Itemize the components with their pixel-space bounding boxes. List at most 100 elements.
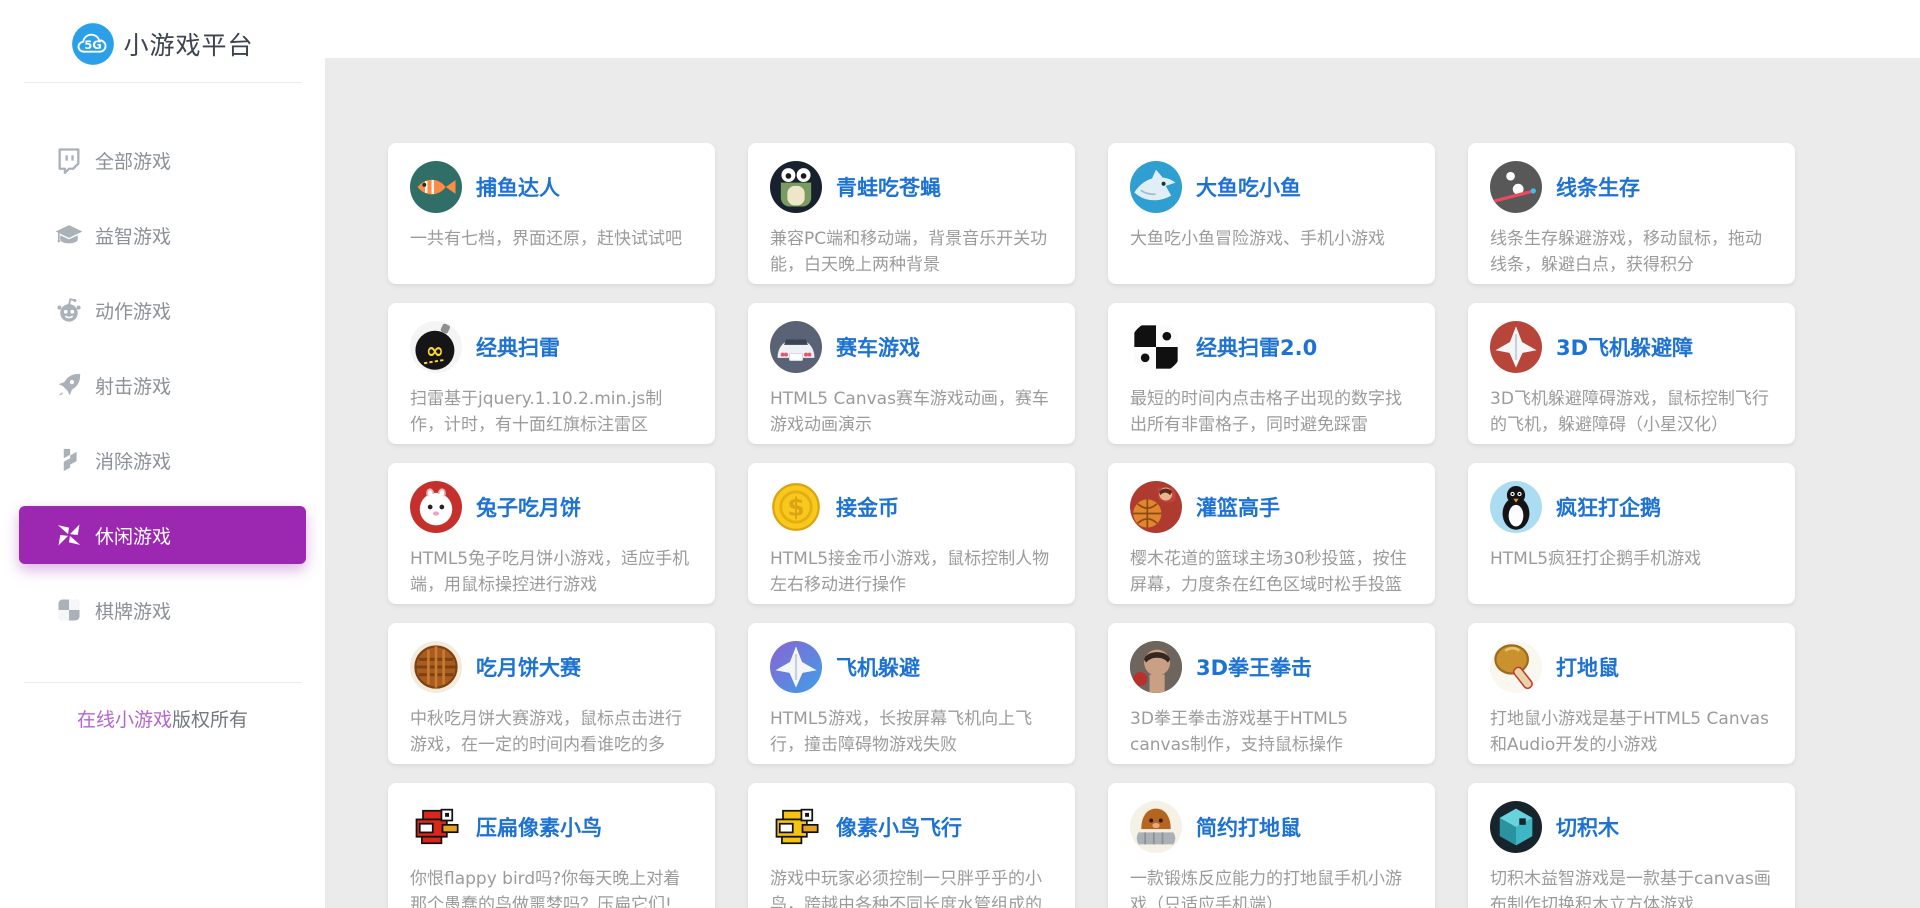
game-card[interactable]: 线条生存 线条生存躲避游戏，移动鼠标，拖动线条，躲避白点，获得积分 [1468, 143, 1795, 284]
game-card[interactable]: 切积木 切积木益智游戏是一款基于canvas画布制作切换积木立方体游戏 [1468, 783, 1795, 908]
footer-site-link[interactable]: 在线小游戏 [77, 709, 172, 731]
game-card-header: 吃月饼大赛 [410, 641, 693, 693]
game-title-link[interactable]: 线条生存 [1556, 172, 1640, 202]
plane-dodge-icon [770, 641, 822, 693]
game-description: 3D拳王拳击游戏基于HTML5 canvas制作，支持鼠标操作 [1130, 706, 1413, 758]
game-title-link[interactable]: 飞机躲避 [836, 652, 920, 682]
game-card[interactable]: 打地鼠 打地鼠小游戏是基于HTML5 Canvas和Audio开发的小游戏 [1468, 623, 1795, 764]
sidebar-item-label: 全部游戏 [95, 147, 171, 174]
game-title-link[interactable]: 接金币 [836, 492, 899, 522]
boxing-game-icon [1130, 641, 1182, 693]
game-description: 3D飞机躲避障碍游戏，鼠标控制飞行的飞机，躲避障碍（小星汉化） [1490, 386, 1773, 438]
game-title-link[interactable]: 压扁像素小鸟 [476, 812, 602, 842]
rabbit-mooncake-icon [410, 481, 462, 533]
sidebar-item-label: 休闲游戏 [95, 522, 171, 549]
game-card-header: 打地鼠 [1490, 641, 1773, 693]
sidebar-menu: 全部游戏 益智游戏 动作游戏 射击游戏 消除游戏 休闲游戏 棋牌游戏 [0, 131, 325, 639]
game-title-link[interactable]: 经典扫雷 [476, 332, 560, 362]
game-description: 一款锻炼反应能力的打地鼠手机小游戏（只适应手机端） [1130, 866, 1413, 908]
game-card[interactable]: 3D飞机躲避障 3D飞机躲避障碍游戏，鼠标控制飞行的飞机，躲避障碍（小星汉化） [1468, 303, 1795, 444]
game-title-link[interactable]: 3D飞机躲避障 [1556, 332, 1693, 362]
red-pixel-bird-icon [410, 801, 462, 853]
game-card[interactable]: 飞机躲避 HTML5游戏，长按屏幕飞机向上飞行，撞击障碍物游戏失败 [748, 623, 1075, 764]
game-description: HTML5 Canvas赛车游戏动画，赛车游戏动画演示 [770, 386, 1053, 438]
game-title-link[interactable]: 3D拳王拳击 [1196, 652, 1312, 682]
game-title-link[interactable]: 捕鱼达人 [476, 172, 560, 202]
game-title-link[interactable]: 经典扫雷2.0 [1196, 332, 1317, 362]
logo[interactable]: 5G 小游戏平台 [0, 0, 325, 66]
game-card-header: 线条生存 [1490, 161, 1773, 213]
sidebar-item[interactable]: 益智游戏 [19, 206, 306, 264]
game-card[interactable]: 吃月饼大赛 中秋吃月饼大赛游戏，鼠标点击进行游戏，在一定的时间内看谁吃的多 [388, 623, 715, 764]
game-card-header: 灌篮高手 [1130, 481, 1413, 533]
game-description: 兼容PC端和移动端，背景音乐开关功能，白天晚上两种背景 [770, 226, 1053, 278]
game-title-link[interactable]: 兔子吃月饼 [476, 492, 581, 522]
game-description: HTML5兔子吃月饼小游戏，适应手机端，用鼠标操控进行游戏 [410, 546, 693, 598]
sidebar-item[interactable]: 动作游戏 [19, 281, 306, 339]
game-card-header: 青蛙吃苍蝇 [770, 161, 1053, 213]
shark-game-icon [1130, 161, 1182, 213]
game-title-link[interactable]: 像素小鸟飞行 [836, 812, 962, 842]
game-card[interactable]: 灌篮高手 樱木花道的篮球主场30秒投篮，按住屏幕，力度条在红色区域时松手投篮 [1108, 463, 1435, 604]
svg-text:$: $ [787, 493, 804, 522]
mooncake-contest-icon [410, 641, 462, 693]
game-title-link[interactable]: 灌篮高手 [1196, 492, 1280, 522]
game-description: HTML5游戏，长按屏幕飞机向上飞行，撞击障碍物游戏失败 [770, 706, 1053, 758]
sidebar-item[interactable]: 全部游戏 [19, 131, 306, 189]
game-card-header: 捕鱼达人 [410, 161, 693, 213]
game-description: 一共有七档，界面还原，赶快试试吧 [410, 226, 693, 252]
game-card[interactable]: 压扁像素小鸟 你恨flappy bird吗?你每天晚上对着那个愚蠢的鸟做噩梦吗？… [388, 783, 715, 908]
minesweeper-bomb-icon: ∞ [410, 321, 462, 373]
sidebar-item[interactable]: 消除游戏 [19, 431, 306, 489]
yellow-pixel-bird-icon [770, 801, 822, 853]
minesweeper2-grid-icon [1130, 321, 1182, 373]
robot-face-icon [55, 296, 83, 324]
svg-text:5G: 5G [85, 38, 103, 52]
game-grid: 捕鱼达人 一共有七档，界面还原，赶快试试吧 青蛙吃苍蝇 兼容PC端和移动端，背景… [325, 58, 1920, 908]
footer-copyright-text: 版权所有 [172, 709, 248, 731]
pinwheel-icon [55, 521, 83, 549]
game-card-header: 赛车游戏 [770, 321, 1053, 373]
sidebar-item-label: 动作游戏 [95, 297, 171, 324]
simple-mole-icon [1130, 801, 1182, 853]
game-title-link[interactable]: 青蛙吃苍蝇 [836, 172, 941, 202]
sidebar-item[interactable]: 棋牌游戏 [19, 581, 306, 639]
game-card[interactable]: 赛车游戏 HTML5 Canvas赛车游戏动画，赛车游戏动画演示 [748, 303, 1075, 444]
sidebar-item-label: 益智游戏 [95, 222, 171, 249]
game-card[interactable]: 简约打地鼠 一款锻炼反应能力的打地鼠手机小游戏（只适应手机端） [1108, 783, 1435, 908]
game-description: 樱木花道的篮球主场30秒投篮，按住屏幕，力度条在红色区域时松手投篮 [1130, 546, 1413, 598]
game-description: 最短的时间内点击格子出现的数字找出所有非雷格子，同时避免踩雷 [1130, 386, 1413, 438]
game-card[interactable]: 经典扫雷2.0 最短的时间内点击格子出现的数字找出所有非雷格子，同时避免踩雷 [1108, 303, 1435, 444]
blocks-icon [55, 446, 83, 474]
cut-blocks-cube-icon [1490, 801, 1542, 853]
game-description: 大鱼吃小鱼冒险游戏、手机小游戏 [1130, 226, 1413, 252]
game-title-link[interactable]: 疯狂打企鹅 [1556, 492, 1661, 522]
game-card[interactable]: 兔子吃月饼 HTML5兔子吃月饼小游戏，适应手机端，用鼠标操控进行游戏 [388, 463, 715, 604]
fishing-game-icon [410, 161, 462, 213]
game-card[interactable]: $ 接金币 HTML5接金币小游戏，鼠标控制人物左右移动进行操作 [748, 463, 1075, 604]
game-title-link[interactable]: 吃月饼大赛 [476, 652, 581, 682]
sidebar-item[interactable]: 射击游戏 [19, 356, 306, 414]
game-card-header: 飞机躲避 [770, 641, 1053, 693]
game-card-header: 疯狂打企鹅 [1490, 481, 1773, 533]
sidebar-item[interactable]: 休闲游戏 [19, 506, 306, 564]
app-root: 5G 小游戏平台 全部游戏 益智游戏 动作游戏 射击游戏 消除游戏 休闲游戏 棋… [0, 0, 1920, 908]
frog-game-icon [770, 161, 822, 213]
penguin-game-icon [1490, 481, 1542, 533]
game-description: 扫雷基于jquery.1.10.2.min.js制作，计时，有十面红旗标注雷区 [410, 386, 693, 438]
game-title-link[interactable]: 大鱼吃小鱼 [1196, 172, 1301, 202]
game-card[interactable]: 疯狂打企鹅 HTML5疯狂打企鹅手机游戏 [1468, 463, 1795, 604]
game-card[interactable]: 青蛙吃苍蝇 兼容PC端和移动端，背景音乐开关功能，白天晚上两种背景 [748, 143, 1075, 284]
game-title-link[interactable]: 切积木 [1556, 812, 1619, 842]
game-card[interactable]: 3D拳王拳击 3D拳王拳击游戏基于HTML5 canvas制作，支持鼠标操作 [1108, 623, 1435, 764]
game-card[interactable]: 像素小鸟飞行 游戏中玩家必须控制一只胖乎乎的小鸟，跨越由各种不同长度水管组成的障… [748, 783, 1075, 908]
game-card-header: 大鱼吃小鱼 [1130, 161, 1413, 213]
game-card[interactable]: ∞ 经典扫雷 扫雷基于jquery.1.10.2.min.js制作，计时，有十面… [388, 303, 715, 444]
game-card[interactable]: 捕鱼达人 一共有七档，界面还原，赶快试试吧 [388, 143, 715, 284]
game-description: 打地鼠小游戏是基于HTML5 Canvas和Audio开发的小游戏 [1490, 706, 1773, 758]
game-title-link[interactable]: 打地鼠 [1556, 652, 1619, 682]
game-card[interactable]: 大鱼吃小鱼 大鱼吃小鱼冒险游戏、手机小游戏 [1108, 143, 1435, 284]
game-title-link[interactable]: 简约打地鼠 [1196, 812, 1301, 842]
game-description: HTML5接金币小游戏，鼠标控制人物左右移动进行操作 [770, 546, 1053, 598]
game-title-link[interactable]: 赛车游戏 [836, 332, 920, 362]
